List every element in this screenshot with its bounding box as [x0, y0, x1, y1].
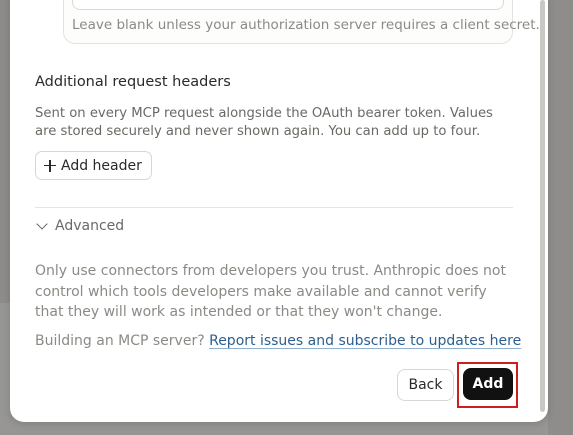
scrollbar[interactable]	[540, 0, 545, 412]
trust-warning: Only use connectors from developers you …	[35, 263, 506, 320]
headers-section-title: Additional request headers	[35, 74, 231, 90]
build-mcp-prefix: Building an MCP server?	[35, 333, 210, 349]
headers-section-description: Sent on every MCP request alongside the …	[35, 106, 493, 139]
advanced-label: Advanced	[55, 218, 125, 234]
back-button[interactable]: Back	[397, 369, 454, 401]
client-secret-input[interactable]	[72, 0, 504, 10]
advanced-toggle[interactable]: Advanced	[35, 216, 124, 236]
backdrop-edge	[548, 0, 573, 435]
add-button[interactable]: Add	[463, 368, 513, 400]
build-mcp-line: Building an MCP server? Report issues an…	[35, 333, 521, 349]
add-header-label: Add header	[61, 157, 142, 174]
client-secret-hint: Leave blank unless your authorization se…	[72, 17, 540, 33]
plus-icon	[44, 159, 56, 172]
divider	[35, 207, 513, 208]
chevron-down-icon	[36, 218, 48, 230]
connector-dialog	[10, 0, 548, 422]
add-header-button[interactable]: Add header	[35, 151, 152, 180]
report-issues-link[interactable]: Report issues and subscribe to updates h…	[209, 333, 521, 349]
